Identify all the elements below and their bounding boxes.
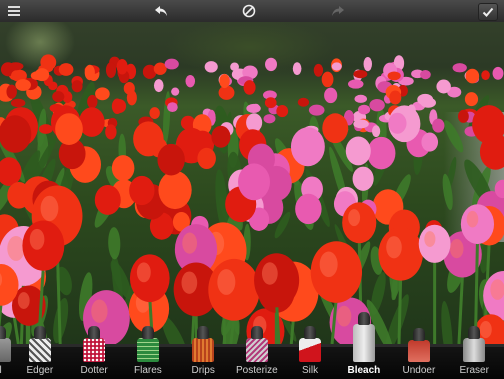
- tool-label-flares[interactable]: Flares: [134, 365, 162, 376]
- brush-undoer[interactable]: [408, 328, 430, 362]
- tool-label-undoer[interactable]: Undoer: [403, 365, 436, 376]
- brush-bleach[interactable]: [353, 312, 375, 362]
- tool-label-eraser[interactable]: Eraser: [460, 365, 489, 376]
- tool-label-posterize[interactable]: Posterize: [236, 365, 278, 376]
- brush-cap: [197, 326, 209, 339]
- brush-flares[interactable]: [137, 326, 159, 362]
- tool-label-silk[interactable]: Silk: [302, 365, 318, 376]
- brush-tray: al Edger Dotter Flares Drips Posterize Silk Ble…: [0, 312, 504, 379]
- redo-arrow-icon[interactable]: [330, 3, 346, 19]
- tulip-field: [0, 54, 504, 344]
- brush-drips[interactable]: [192, 326, 214, 362]
- brush-cap: [358, 312, 370, 325]
- brush-silk[interactable]: [299, 326, 321, 362]
- tool-label-edger[interactable]: Edger: [27, 365, 54, 376]
- tool-label-al[interactable]: al: [0, 365, 2, 376]
- list-icon[interactable]: [6, 3, 22, 19]
- brush-cap: [88, 326, 100, 339]
- brush-edger[interactable]: [29, 326, 51, 362]
- circle-slash-icon[interactable]: [241, 3, 257, 19]
- brush-cap: [34, 326, 46, 339]
- tool-label-dotter[interactable]: Dotter: [81, 365, 108, 376]
- undo-arrow-icon[interactable]: [153, 3, 169, 19]
- brush-al[interactable]: [0, 326, 11, 362]
- brush-cap: [304, 326, 316, 339]
- brush-cap: [468, 326, 480, 339]
- top-toolbar: [0, 0, 504, 23]
- brush-cap: [142, 326, 154, 339]
- brush-cap: [251, 326, 263, 339]
- checkmark-icon[interactable]: [478, 3, 498, 21]
- brush-cap: [413, 328, 425, 341]
- brush-cap: [0, 326, 6, 339]
- brush-dotter[interactable]: [83, 326, 105, 362]
- tool-label-bleach[interactable]: Bleach: [348, 365, 381, 376]
- app-window: al Edger Dotter Flares Drips Posterize Silk Ble…: [0, 0, 504, 379]
- tool-label-drips[interactable]: Drips: [192, 365, 215, 376]
- brush-eraser[interactable]: [463, 326, 485, 362]
- brush-posterize[interactable]: [246, 326, 268, 362]
- photo-canvas[interactable]: [0, 22, 504, 344]
